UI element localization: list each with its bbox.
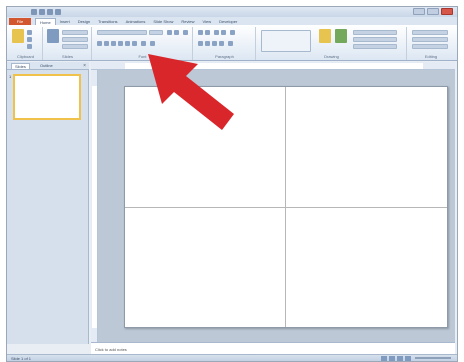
align-left-icon[interactable]: [198, 41, 203, 46]
save-icon[interactable]: [39, 9, 45, 15]
arrow-shape: [148, 54, 234, 130]
ribbon-tabs: File Home Insert Design Transitions Anim…: [7, 17, 457, 25]
status-bar: Slide 1 of 1: [7, 354, 457, 361]
close-icon[interactable]: ×: [83, 63, 86, 69]
tab-slides-panel[interactable]: Slides: [11, 63, 30, 69]
grow-font-icon[interactable]: [167, 30, 172, 35]
copy-icon[interactable]: [27, 37, 32, 42]
slide-show-icon[interactable]: [405, 356, 411, 361]
line-spacing-icon[interactable]: [230, 30, 235, 35]
clear-formatting-icon[interactable]: [183, 30, 188, 35]
columns-icon[interactable]: [228, 41, 233, 46]
italic-icon[interactable]: [104, 41, 109, 46]
tab-slide-show[interactable]: Slide Show: [149, 18, 177, 25]
zoom-slider[interactable]: [415, 357, 451, 359]
underline-icon[interactable]: [111, 41, 116, 46]
powerpoint-app-icon[interactable]: [31, 9, 37, 15]
thumbnail-number: 1: [9, 74, 12, 79]
notes-pane[interactable]: Click to add notes: [91, 342, 455, 354]
group-label-clipboard: Clipboard: [16, 54, 35, 59]
group-label-slides: Slides: [62, 54, 73, 59]
drawing-group: Drawing: [257, 27, 407, 60]
change-case-icon[interactable]: [141, 41, 146, 46]
section-button[interactable]: [62, 44, 88, 49]
bullets-icon[interactable]: [198, 30, 203, 35]
reading-view-icon[interactable]: [397, 356, 403, 361]
close-button[interactable]: [441, 8, 453, 15]
strikethrough-icon[interactable]: [125, 41, 130, 46]
tab-transitions[interactable]: Transitions: [94, 18, 121, 25]
editing-group: Editing: [408, 27, 454, 60]
font-name-select[interactable]: [97, 30, 147, 35]
vertical-ruler-active-area: [92, 86, 97, 328]
reset-button[interactable]: [62, 37, 88, 42]
slide-panel-tabs: Slides Outline ×: [7, 62, 89, 70]
tab-insert[interactable]: Insert: [56, 18, 74, 25]
tab-design[interactable]: Design: [74, 18, 94, 25]
tab-file[interactable]: File: [9, 18, 31, 25]
title-bar: [7, 7, 457, 17]
paste-icon[interactable]: [12, 29, 24, 43]
undo-icon[interactable]: [47, 9, 53, 15]
maximize-button[interactable]: [427, 8, 439, 15]
red-arrow-pointer-icon: [148, 54, 234, 130]
align-right-icon[interactable]: [212, 41, 217, 46]
increase-indent-icon[interactable]: [221, 30, 226, 35]
select-button[interactable]: [412, 44, 448, 49]
numbering-icon[interactable]: [205, 30, 210, 35]
normal-view-icon[interactable]: [381, 356, 387, 361]
tab-outline-panel[interactable]: Outline: [37, 63, 56, 69]
minimize-button[interactable]: [413, 8, 425, 15]
slide-count-status: Slide 1 of 1: [11, 356, 32, 361]
horizontal-guide[interactable]: [125, 207, 447, 208]
shrink-font-icon[interactable]: [174, 30, 179, 35]
quick-access-toolbar: [31, 9, 61, 15]
shadow-icon[interactable]: [118, 41, 123, 46]
vertical-ruler: [91, 70, 98, 342]
shape-effects-button[interactable]: [353, 44, 397, 49]
notes-placeholder: Click to add notes: [95, 347, 127, 352]
find-button[interactable]: [412, 30, 448, 35]
slide-thumbnail[interactable]: [13, 74, 81, 120]
group-label-drawing: Drawing: [324, 54, 339, 59]
new-slide-icon[interactable]: [47, 29, 59, 43]
character-spacing-icon[interactable]: [132, 41, 137, 46]
tab-review[interactable]: Review: [177, 18, 198, 25]
format-painter-icon[interactable]: [27, 44, 32, 49]
layout-button[interactable]: [62, 30, 88, 35]
slide-thumbnail-panel: 1: [7, 70, 89, 344]
quick-styles-icon[interactable]: [335, 29, 347, 43]
shape-outline-button[interactable]: [353, 37, 397, 42]
tab-home[interactable]: Home: [35, 18, 56, 25]
shape-fill-button[interactable]: [353, 30, 397, 35]
shapes-gallery[interactable]: [261, 30, 311, 52]
bold-icon[interactable]: [97, 41, 102, 46]
tab-developer[interactable]: Developer: [215, 18, 241, 25]
slide-sorter-icon[interactable]: [389, 356, 395, 361]
arrange-icon[interactable]: [319, 29, 331, 43]
group-label-editing: Editing: [424, 54, 438, 59]
redo-icon[interactable]: [55, 9, 61, 15]
slides-group: Slides: [44, 27, 92, 60]
decrease-indent-icon[interactable]: [214, 30, 219, 35]
align-center-icon[interactable]: [205, 41, 210, 46]
tab-animations[interactable]: Animations: [122, 18, 150, 25]
clipboard-group: Clipboard: [9, 27, 43, 60]
cut-icon[interactable]: [27, 30, 32, 35]
replace-button[interactable]: [412, 37, 448, 42]
justify-icon[interactable]: [219, 41, 224, 46]
font-size-select[interactable]: [149, 30, 163, 35]
font-color-icon[interactable]: [150, 41, 155, 46]
tab-view[interactable]: View: [199, 18, 216, 25]
window-controls: [413, 8, 453, 15]
view-buttons: [381, 356, 411, 361]
